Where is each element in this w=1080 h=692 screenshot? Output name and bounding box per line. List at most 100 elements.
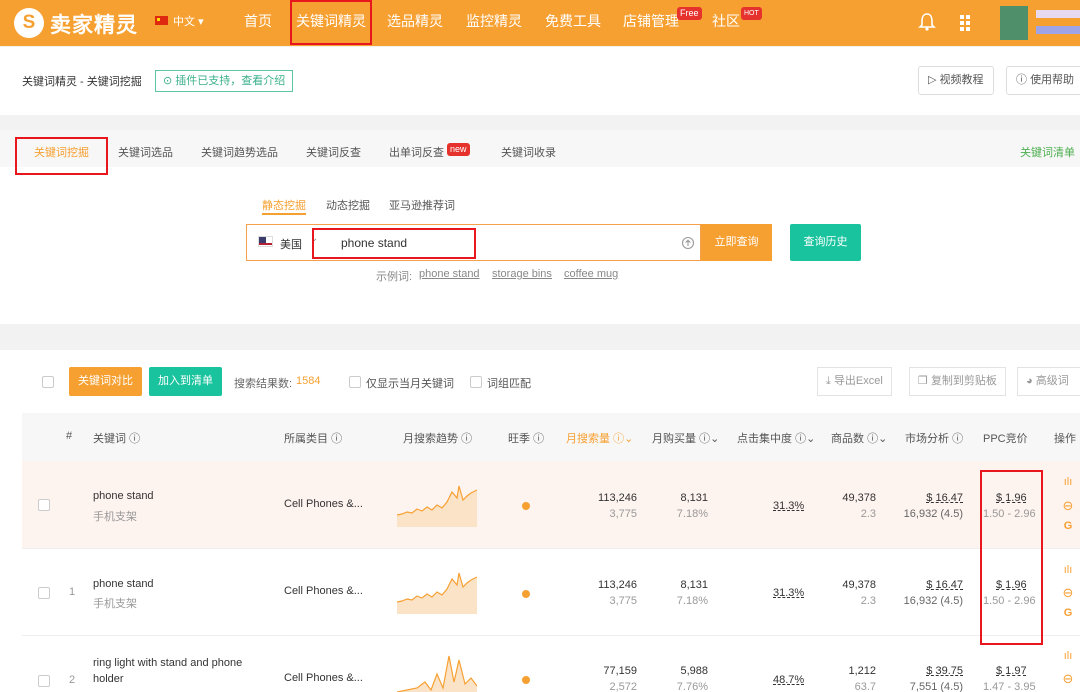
example-link[interactable]: storage bins: [492, 268, 552, 280]
monthly-search: 77,159: [603, 665, 637, 677]
market-price[interactable]: $ 16.47: [905, 579, 963, 591]
table-row[interactable]: [22, 548, 1080, 635]
bell-icon[interactable]: [918, 12, 936, 32]
help-icon: ⓘ: [331, 433, 343, 445]
minus-circle-icon[interactable]: ⊖: [1062, 671, 1074, 687]
help-icon: ⓘ: [699, 433, 711, 445]
tab-keyword-index[interactable]: 关键词收录: [501, 144, 556, 160]
only-month-label: 仅显示当月关键词: [366, 378, 454, 390]
keyword-compare-button[interactable]: 关键词对比: [69, 367, 142, 396]
supply-demand-ratio: 63.7: [854, 681, 876, 692]
nav-community[interactable]: 社区: [712, 11, 740, 31]
col-monthly-search[interactable]: 月搜索量 ⓘ⌄: [566, 430, 633, 446]
subtab-static-mining[interactable]: 静态挖掘: [262, 197, 306, 213]
result-count: 1584: [296, 375, 321, 387]
col-season[interactable]: 旺季 ⓘ: [508, 430, 544, 446]
col-monthly-purchase[interactable]: 月购买量 ⓘ⌄: [652, 430, 719, 446]
hot-badge: HOT: [741, 7, 762, 20]
bar-chart-icon[interactable]: ılı: [1062, 564, 1074, 576]
tab-keyword-product[interactable]: 关键词选品: [118, 144, 173, 160]
help-button[interactable]: ⓘ 使用帮助: [1006, 66, 1080, 95]
google-icon[interactable]: G: [1062, 607, 1074, 619]
example-link[interactable]: coffee mug: [564, 268, 618, 280]
col-index: #: [66, 430, 73, 442]
only-month-checkbox[interactable]: [349, 376, 361, 388]
google-icon[interactable]: G: [1062, 520, 1074, 532]
phrase-match-checkbox[interactable]: [470, 376, 482, 388]
col-keyword[interactable]: 关键词 ⓘ: [93, 430, 140, 446]
logo-icon[interactable]: S: [14, 8, 44, 38]
keyword-text[interactable]: ring light with stand and phone: [93, 657, 242, 669]
tab-keyword-mining[interactable]: 关键词挖掘: [34, 144, 89, 160]
table-row[interactable]: [22, 461, 1080, 548]
search-submit-button[interactable]: 立即查询: [701, 224, 772, 261]
nav-store-management[interactable]: 店铺管理: [623, 11, 679, 31]
search-input[interactable]: phone stand: [341, 236, 407, 250]
bar-chart-icon[interactable]: ılı: [1062, 476, 1074, 488]
col-market-analysis[interactable]: 市场分析 ⓘ: [905, 430, 963, 446]
purchase-rate: 7.76%: [676, 681, 708, 692]
col-click-concentration[interactable]: 点击集中度 ⓘ⌄: [737, 430, 815, 446]
click-concentration[interactable]: 31.3%: [773, 587, 804, 599]
avatar[interactable]: [1000, 6, 1028, 40]
help-icon: ⓘ: [795, 433, 807, 445]
market-price[interactable]: $ 16.47: [905, 492, 963, 504]
nav-home[interactable]: 首页: [244, 11, 272, 31]
language-selector[interactable]: 中文 ▾: [173, 13, 204, 29]
tab-keyword-reverse[interactable]: 关键词反查: [306, 144, 361, 160]
phrase-match-label: 词组匹配: [487, 378, 531, 390]
keyword-translation: 手机支架: [93, 511, 137, 523]
result-count-label: 搜索结果数:: [234, 378, 293, 390]
minus-circle-icon[interactable]: ⊖: [1062, 585, 1074, 601]
tab-order-word-reverse[interactable]: 出单词反查: [389, 144, 444, 160]
click-concentration[interactable]: 31.3%: [773, 500, 804, 512]
market-price[interactable]: $ 39.75: [905, 665, 963, 677]
top-navigation-bar: S 卖家精灵 中文 ▾ 首页 关键词精灵 选品精灵 监控精灵 免费工具 店铺管理…: [0, 0, 1080, 46]
row-checkbox[interactable]: [38, 587, 50, 599]
export-excel-button[interactable]: ⤓ 导出Excel: [817, 367, 892, 396]
select-all-checkbox[interactable]: [42, 376, 54, 388]
example-link[interactable]: phone stand: [419, 268, 480, 280]
product-count: 49,378: [842, 492, 876, 504]
advanced-words-button[interactable]: ◕ 高级词: [1017, 367, 1080, 396]
plugin-notice-link[interactable]: ⊙ 插件已支持，查看介绍: [155, 70, 294, 92]
help-icon: ⓘ: [533, 433, 545, 445]
keyword-text[interactable]: phone stand: [93, 578, 154, 590]
bar-chart-icon[interactable]: ılı: [1062, 650, 1074, 662]
check-circle-icon: ⊙: [163, 75, 173, 87]
add-to-list-button[interactable]: 加入到清单: [149, 367, 222, 396]
daily-search: 2,572: [609, 681, 637, 692]
keyword-text-line2[interactable]: holder: [93, 673, 124, 685]
subtab-amazon-recommend[interactable]: 亚马逊推荐词: [389, 197, 455, 213]
ppc-range: 1.47 - 3.95: [983, 681, 1036, 692]
tab-keyword-trend[interactable]: 关键词趋势选品: [201, 144, 278, 160]
brand-name[interactable]: 卖家精灵: [50, 9, 138, 39]
nav-product-research[interactable]: 选品精灵: [387, 11, 443, 31]
click-concentration[interactable]: 48.7%: [773, 674, 804, 686]
col-products[interactable]: 商品数 ⓘ⌄: [831, 430, 887, 446]
nav-keyword-tool[interactable]: 关键词精灵: [296, 11, 366, 31]
ppc-bid[interactable]: $ 1.97: [996, 665, 1027, 677]
search-history-button[interactable]: 查询历史: [790, 224, 861, 261]
row-checkbox[interactable]: [38, 499, 50, 511]
keyword-list-link[interactable]: 关键词清单: [1020, 144, 1075, 160]
chevron-down-icon: ▾: [198, 16, 204, 28]
apps-grid-icon[interactable]: [958, 12, 976, 32]
keyword-text[interactable]: phone stand: [93, 490, 154, 502]
upload-icon[interactable]: [681, 236, 695, 250]
row-checkbox[interactable]: [38, 675, 50, 687]
purchase-rate: 7.18%: [676, 595, 708, 607]
subtab-dynamic-mining[interactable]: 动态挖掘: [326, 197, 370, 213]
nav-free-tools[interactable]: 免费工具: [545, 11, 601, 31]
market-select[interactable]: 美国: [280, 236, 302, 252]
help-icon: ⓘ: [867, 433, 879, 445]
monthly-purchase: 8,131: [680, 492, 708, 504]
video-tutorial-button[interactable]: ▷ 视频教程: [918, 66, 994, 95]
copy-clipboard-button[interactable]: ❐ 复制到剪贴板: [909, 367, 1006, 396]
col-category[interactable]: 所属类目 ⓘ: [284, 430, 342, 446]
nav-monitor[interactable]: 监控精灵: [466, 11, 522, 31]
china-flag-icon: [155, 16, 168, 25]
category-text: Cell Phones &...: [284, 672, 363, 684]
minus-circle-icon[interactable]: ⊖: [1062, 498, 1074, 514]
col-trend[interactable]: 月搜索趋势 ⓘ: [403, 430, 472, 446]
